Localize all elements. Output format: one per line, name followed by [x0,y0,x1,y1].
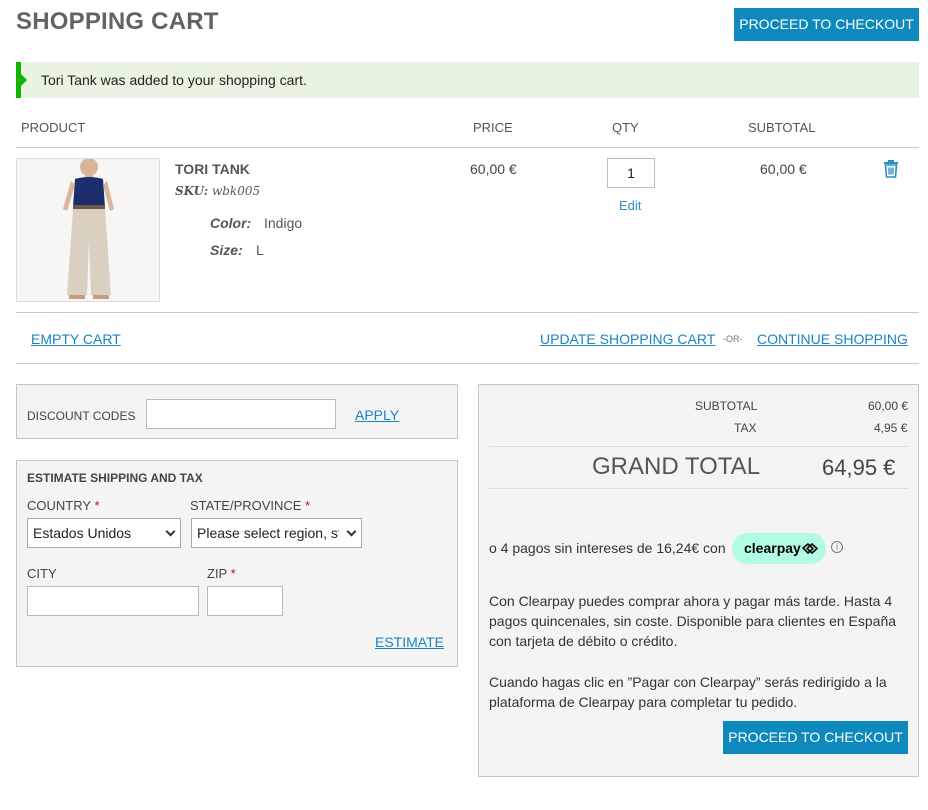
item-price: 60,00 € [470,161,517,177]
trash-icon[interactable] [882,160,900,178]
proceed-to-checkout-button-top[interactable]: PROCEED TO CHECKOUT [734,8,919,41]
discount-code-input[interactable] [146,399,336,429]
country-label-text: COUNTRY [27,498,91,513]
tax-label: TAX [734,421,757,435]
header-product: PRODUCT [21,120,86,135]
subtotal-label: SUBTOTAL [695,399,758,413]
divider [489,488,908,489]
qty-input[interactable]: 1 [607,158,655,188]
edit-link[interactable]: Edit [619,198,641,213]
country-select[interactable]: Estados Unidos [27,518,181,548]
shipping-title: ESTIMATE SHIPPING AND TAX [27,471,203,485]
zip-label-text: ZIP [207,566,227,581]
city-label: CITY [27,566,57,581]
divider [16,312,919,313]
state-select-value: Please select region, state or province [197,525,339,541]
city-input[interactable] [27,586,199,616]
grand-total-label: GRAND TOTAL [592,453,761,480]
grand-total-value: 64,95 € [822,455,896,480]
empty-cart-link[interactable]: EMPTY CART [31,331,121,347]
clearpay-arrows-icon [802,543,818,554]
country-label: COUNTRY * [27,498,100,513]
clearpay-description-line: Con Clearpay puedes comprar ahora y paga… [489,593,893,609]
header-subtotal: SUBTOTAL [748,120,816,135]
clearpay-badge[interactable]: clearpay [732,533,826,564]
update-cart-link[interactable]: UPDATE SHOPPING CART [540,331,715,347]
divider [16,147,919,148]
option-color-label: Color: [210,215,252,231]
zip-label: ZIP * [207,566,236,581]
chevron-down-icon [346,526,357,537]
product-name[interactable]: TORI TANK [175,161,250,177]
state-label-text: STATE/PROVINCE [190,498,302,513]
info-icon[interactable]: i [831,541,843,553]
sku-value: wbk005 [211,184,261,198]
totals-panel [478,384,919,777]
item-subtotal: 60,00 € [760,161,807,177]
product-image [17,159,159,301]
clearpay-logo-text: clearpay [744,540,801,556]
required-mark: * [230,566,236,581]
header-qty: QTY [612,120,639,135]
tax-value: 4,95 € [874,421,908,435]
required-mark: * [305,498,311,513]
state-select[interactable]: Please select region, state or province [191,518,362,548]
sku-label: SKU: [175,184,209,198]
product-thumbnail[interactable] [16,158,160,302]
required-mark: * [94,498,100,513]
clearpay-redirect-line: Cuando hagas clic en ”Pagar con Clearpay… [489,674,887,690]
clearpay-description-line: pagos quincenales, sin coste. Disponible… [489,613,897,629]
subtotal-value: 60,00 € [868,399,909,413]
option-size-value: L [256,242,264,258]
estimate-link[interactable]: ESTIMATE [375,634,444,650]
product-sku: SKU: wbk005 [175,184,260,198]
zip-input[interactable] [207,586,283,616]
state-label: STATE/PROVINCE * [190,498,310,513]
proceed-to-checkout-button-bottom[interactable]: PROCEED TO CHECKOUT [723,721,908,754]
or-separator: -OR- [723,334,743,344]
divider [489,446,908,447]
chevron-down-icon [165,526,176,537]
apply-discount-link[interactable]: APPLY [355,407,399,423]
clearpay-installments: o 4 pagos sin intereses de 16,24€ con [489,540,726,556]
country-select-value: Estados Unidos [33,525,132,541]
success-message: Tori Tank was added to your shopping car… [16,62,919,98]
header-price: PRICE [473,120,513,135]
option-size-label: Size: [210,242,243,258]
continue-shopping-link[interactable]: CONTINUE SHOPPING [757,331,908,347]
discount-label: DISCOUNT CODES [27,409,136,423]
clearpay-redirect-line: plataforma de Clearpay para completar tu… [489,694,798,710]
clearpay-description-line: con tarjeta de débito o crédito. [489,633,678,649]
success-marker [21,74,27,86]
page-title: SHOPPING CART [16,8,219,35]
success-message-text: Tori Tank was added to your shopping car… [41,72,307,88]
option-color-value: Indigo [264,215,303,231]
divider [16,363,919,364]
